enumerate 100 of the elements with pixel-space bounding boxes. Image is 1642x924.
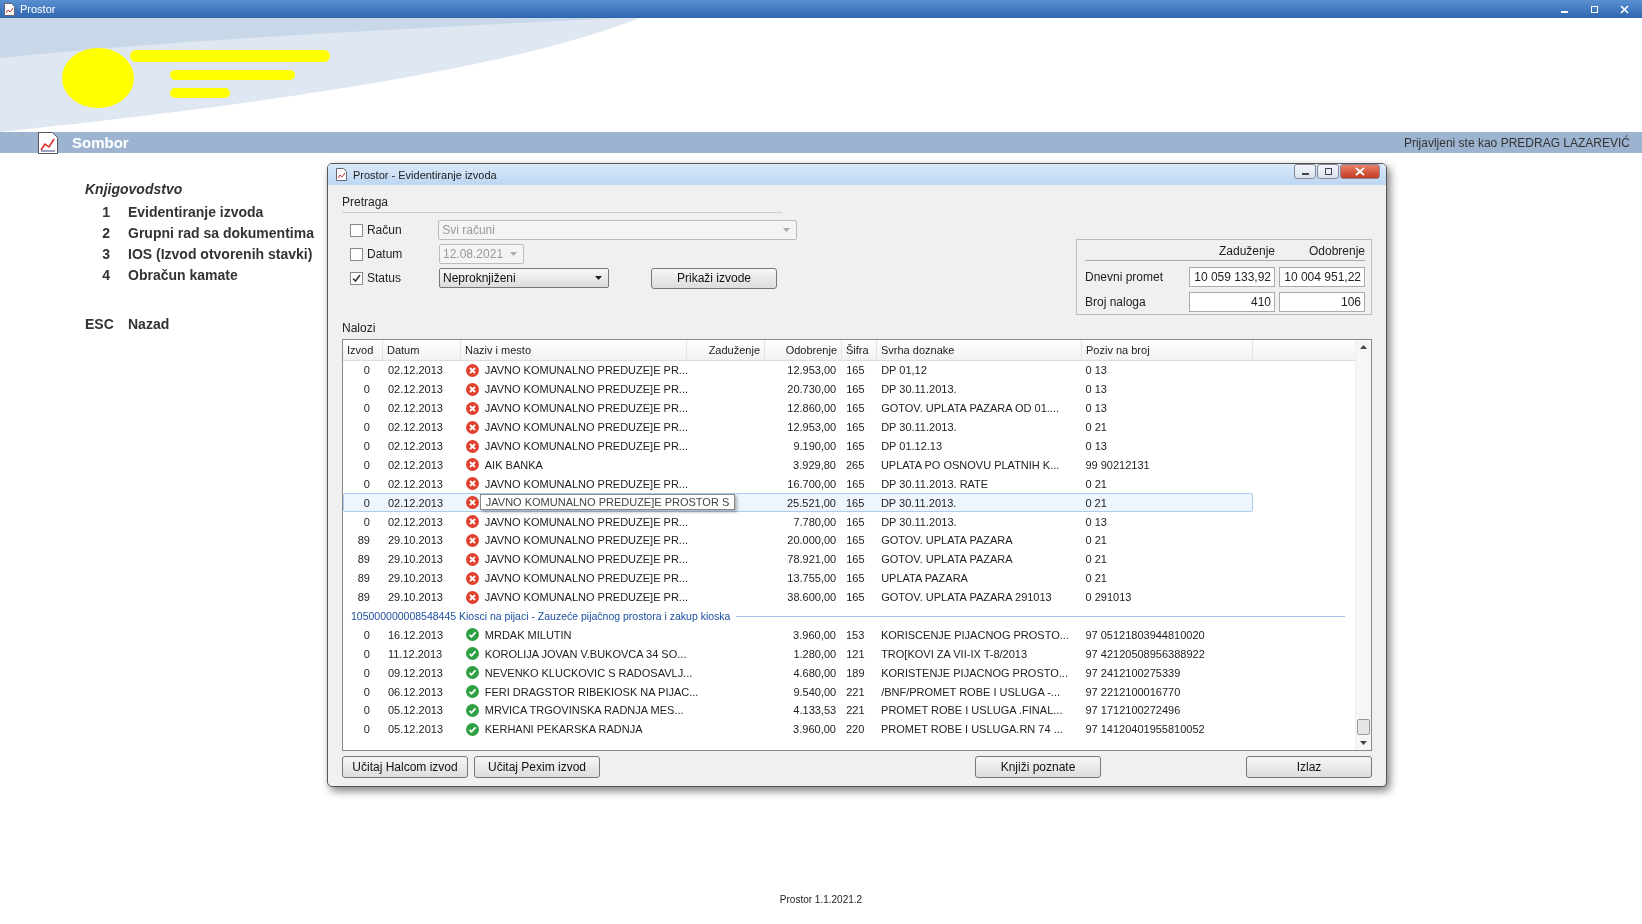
checkbox[interactable] (350, 271, 363, 285)
table-cell-text: 0 (362, 628, 371, 641)
table-cell: JAVNO KOMUNALNO PREDUZE]E PR... (484, 477, 688, 490)
table-cell-text: 29.10.2013 (386, 572, 444, 585)
table-cell-text: 165 (845, 515, 866, 528)
table-cell-text: /BNF/PROMET ROBE I USLUGA -... (880, 685, 1062, 698)
exit-button[interactable]: Izlaz (1246, 756, 1372, 778)
table-cell-text: 7.780,00 (792, 515, 838, 528)
minimize-button[interactable] (1294, 164, 1316, 179)
table-cell-text: 78.921,00 (786, 553, 838, 566)
table-cell-text: 02.12.2013 (386, 383, 444, 396)
table-cell-text: 05.12.2013 (386, 723, 444, 736)
table-cell-text: DP 01.12.13 (880, 440, 944, 452)
scrollbar[interactable] (1355, 340, 1371, 750)
column-header[interactable]: Datum (383, 340, 461, 360)
menu-item[interactable]: IOS (Izvod otvorenih stavki) (128, 245, 313, 262)
checkbox[interactable] (350, 223, 363, 237)
error-icon (465, 420, 479, 434)
table-cell-text: 0 (362, 704, 371, 717)
close-button[interactable] (1340, 164, 1380, 179)
menu-item[interactable]: Evidentiranje izvoda (128, 203, 264, 220)
table-cell-text: 265 (844, 458, 866, 471)
table-cell-text: DP 30.11.2013. (879, 496, 958, 509)
table-cell-text: UPLATA PO OSNOVU PLATNIH K... (879, 458, 1061, 471)
table-cell-text: 0 291013 (1084, 591, 1133, 604)
table-cell-text: DP 30.11.2013. (880, 421, 958, 434)
menu-key: 2 (85, 224, 110, 241)
post-known-button[interactable]: Knjiži poznate (975, 756, 1101, 778)
table-cell-text: DP 30.11.2013. (880, 383, 958, 396)
value-field: 10 004 951,22 (1279, 266, 1365, 287)
table-cell-text: KORISTENJE PIJACNOG PROSTO... (880, 666, 1069, 679)
dropdown[interactable]: Neproknjiženi (439, 268, 609, 288)
column-header[interactable]: Izvod (343, 340, 383, 360)
table-cell-text: 189 (845, 666, 866, 679)
scroll-down-icon[interactable] (1360, 741, 1367, 745)
menu-item[interactable]: Obračun kamate (128, 266, 238, 283)
table-cell-text: 221 (845, 685, 866, 698)
show-statements-button[interactable]: Prikaži izvode (651, 267, 777, 289)
table-cell-text: UPLATA PAZARA (880, 572, 969, 585)
column-header[interactable]: Odobrenje (765, 340, 842, 360)
close-icon (1619, 4, 1629, 14)
maximize-button[interactable] (1317, 164, 1339, 179)
check-icon (465, 666, 479, 680)
table-cell-text: 4.133,53 (792, 704, 838, 717)
error-icon (465, 458, 479, 472)
table-cell-text: 38.600,00 (786, 591, 838, 604)
table-cell-text: 165 (845, 440, 866, 452)
menu-item[interactable]: Grupni rad sa dokumentima (128, 224, 314, 241)
checkbox[interactable] (350, 247, 363, 261)
table-cell: MRVICA TRGOVINSKA RADNJA MES... (484, 704, 684, 717)
group-header: 105000000008548445 Kiosci na pijaci - Zauzeće pijačnog prostora i zakup kioska (351, 610, 731, 622)
table-cell-text: 02.12.2013 (386, 421, 444, 434)
caret-icon (595, 276, 602, 280)
location-label: Sombor (72, 134, 129, 151)
table-cell-text: 0 (362, 723, 371, 736)
back-menu-item[interactable]: Nazad (128, 315, 170, 332)
table-cell-text: 12.860,00 (786, 402, 838, 415)
table-cell-text: 02.12.2013 (386, 458, 444, 471)
table-cell-text: 0 (362, 402, 371, 415)
document-icon (336, 168, 347, 181)
error-icon (465, 439, 479, 453)
scroll-thumb[interactable] (1357, 719, 1370, 735)
chart-icon (38, 131, 58, 154)
table-cell-text: 0 13 (1084, 383, 1108, 396)
table-cell-text: 0 (362, 364, 371, 377)
table-cell-text: 165 (845, 534, 866, 547)
column-header[interactable]: Zaduženje (687, 340, 765, 360)
checkbox-label: Status (367, 271, 403, 285)
table-cell-text: KORISCENJE PIJACNOG PROSTO... (879, 628, 1070, 641)
table-cell-text: 165 (845, 591, 866, 604)
column-header[interactable]: Šifra (842, 340, 877, 360)
table-cell-text: 02.12.2013 (386, 496, 444, 509)
column-header: Zaduženje (1217, 244, 1275, 258)
table-cell-text: 89 (356, 534, 371, 547)
table-cell-text: 3.929,80 (792, 458, 837, 471)
table-cell-text: 165 (845, 383, 866, 396)
load-statement-button[interactable]: Učitaj Pexim izvod (474, 756, 600, 778)
table-cell-text: 0 21 (1084, 477, 1108, 490)
load-statement-button[interactable]: Učitaj Halcom izvod (342, 756, 468, 778)
error-icon (465, 590, 479, 604)
table-cell-text: 0 21 (1084, 534, 1108, 547)
table-cell-text: DP 01,12 (880, 364, 928, 377)
column-header[interactable]: Poziv na broj (1082, 340, 1253, 360)
table-cell: JAVNO KOMUNALNO PREDUZE]E PR... (484, 572, 688, 585)
column-header[interactable]: Svrha doznake (877, 340, 1082, 360)
table-cell-text: 0 13 (1084, 515, 1108, 528)
table-cell-text: 0 (362, 440, 371, 452)
error-icon (465, 477, 479, 491)
scroll-up-icon[interactable] (1360, 345, 1367, 349)
error-icon (465, 382, 479, 396)
table-cell: MRDAK MILUTIN (484, 628, 572, 641)
menu-key: 1 (85, 203, 110, 220)
check-icon (465, 703, 479, 717)
caret-icon (783, 228, 790, 232)
selected-row[interactable]: 0 02.12.2013 JAVNO KOMUNALNO PREDUZE]E PROSTOR S 25.521,00 165 DP 30.11.2013. 0 21 (343, 493, 1253, 513)
window-title: Prostor (20, 3, 56, 15)
table-cell-text: 02.12.2013 (386, 402, 444, 415)
table-cell-text: 0 13 (1084, 364, 1108, 377)
table-cell-text: 153 (844, 628, 866, 641)
column-header[interactable]: Naziv i mesto (461, 340, 687, 360)
